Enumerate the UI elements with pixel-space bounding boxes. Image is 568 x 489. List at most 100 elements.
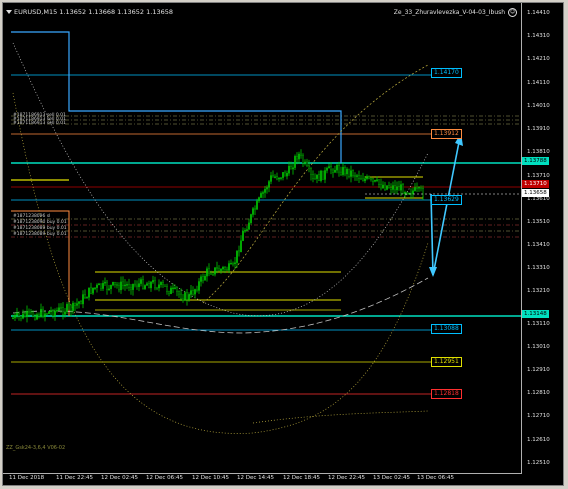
candle-body: [288, 165, 290, 174]
candle-body: [162, 282, 164, 285]
candle-body: [66, 304, 68, 313]
candle-body: [298, 153, 300, 160]
level-label-5[interactable]: 1.12951: [431, 357, 462, 367]
candle-body: [364, 178, 366, 182]
candle-body: [34, 316, 36, 320]
price-tick: 1.13110: [527, 321, 550, 327]
time-tick: 12 Dec 18:45: [283, 475, 320, 481]
candle-body: [412, 190, 414, 195]
candle-body: [336, 165, 338, 171]
candle-body: [270, 175, 272, 182]
candle-body: [96, 284, 98, 288]
price-axis[interactable]: 1.14410 1.14310 1.14210 1.14110 1.14010 …: [521, 3, 565, 473]
candle-body: [356, 175, 358, 177]
candle-body: [302, 155, 304, 164]
candle-body: [36, 314, 38, 320]
candle-body: [98, 283, 100, 286]
candle-body: [62, 307, 64, 315]
level-label-6[interactable]: 1.12818: [431, 389, 462, 399]
price-tick: 1.13010: [527, 344, 550, 350]
chart-window[interactable]: EURUSD,M15 1.13652 1.13668 1.13652 1.136…: [2, 2, 564, 486]
candle-body: [160, 282, 162, 285]
candle-body: [352, 170, 354, 176]
candle-body: [316, 174, 318, 179]
level-label-1[interactable]: 1.14170: [431, 68, 462, 78]
candle-body: [136, 284, 138, 288]
price-tick: 1.12910: [527, 367, 550, 373]
chart-plot-area[interactable]: EURUSD,M15 1.13652 1.13668 1.13652 1.136…: [3, 3, 522, 474]
candle-body: [296, 156, 298, 160]
candle-body: [110, 284, 112, 290]
level-label-4[interactable]: 1.13088: [431, 324, 462, 334]
time-tick: 11 Dec 2018: [9, 475, 45, 481]
candle-body: [330, 166, 332, 171]
price-box-upper-level: 1.13788: [522, 157, 549, 165]
level-label-3[interactable]: 1.13629: [431, 195, 462, 205]
candle-body: [20, 315, 22, 319]
candle-body: [174, 287, 176, 289]
candle-body: [350, 170, 352, 177]
candle-body: [120, 281, 122, 291]
smiley-icon: ☺: [508, 8, 517, 17]
candle-body: [90, 287, 92, 294]
candle-body: [18, 312, 20, 317]
price-tick: 1.13510: [527, 219, 550, 225]
candle-body: [140, 279, 142, 284]
forecast-down: [430, 193, 434, 276]
price-tick: 1.13810: [527, 149, 550, 155]
order-label-buy-a[interactable]: #1871238090 buy 0.01: [13, 220, 67, 225]
order-label-buy-c[interactable]: #1871238089 buy 0.01: [13, 232, 67, 237]
candle-body: [258, 197, 260, 202]
candle-body: [206, 268, 208, 277]
candle-body: [128, 284, 130, 289]
candle-body: [318, 174, 320, 181]
candle-body: [86, 297, 88, 299]
price-tick: 1.13910: [527, 126, 550, 132]
symbol-title-text: EURUSD,M15 1.13652 1.13668 1.13652 1.136…: [14, 8, 173, 16]
candle-body: [278, 177, 280, 180]
level-label-2[interactable]: 1.13912: [431, 129, 462, 139]
candle-body: [202, 276, 204, 281]
candle-body: [176, 287, 178, 292]
candle-body: [134, 283, 136, 286]
candle-body: [244, 230, 246, 232]
candle-body: [130, 287, 132, 290]
candle-body: [28, 310, 30, 313]
candle-body: [218, 268, 220, 272]
candle-body: [72, 302, 74, 311]
candle-body: [414, 187, 416, 191]
candle-body: [290, 165, 292, 170]
dropdown-triangle-icon[interactable]: [6, 10, 12, 14]
order-label-top-dup2[interactable]: #1871186913 sell 0.01: [13, 121, 66, 126]
candle-body: [138, 283, 140, 288]
candle-body: [322, 170, 324, 180]
candle-body: [178, 291, 180, 295]
candle-body: [332, 169, 334, 173]
candle-body: [56, 309, 58, 312]
candle-body: [394, 185, 396, 191]
price-tick: 1.12810: [527, 390, 550, 396]
candle-body: [14, 314, 16, 319]
time-axis[interactable]: 11 Dec 2018 11 Dec 22:45 12 Dec 02:45 12…: [3, 473, 521, 487]
price-tick: 1.13710: [527, 173, 550, 179]
candle-body: [38, 314, 40, 317]
candle-body: [156, 287, 158, 290]
candle-body: [172, 287, 174, 290]
candle-body: [308, 165, 310, 169]
candle-body: [164, 284, 166, 287]
candle-body: [88, 287, 90, 298]
candle-body: [416, 187, 418, 189]
candle-body: [204, 275, 206, 281]
candle-body: [166, 286, 168, 292]
candle-body: [262, 192, 264, 194]
order-label-sl[interactable]: #1871238096 sl: [13, 214, 50, 219]
candle-body: [266, 187, 268, 190]
candle-body: [158, 284, 160, 289]
candle-body: [170, 287, 172, 295]
candle-body: [118, 285, 120, 291]
candle-body: [74, 302, 76, 306]
time-tick: 12 Dec 02:45: [101, 475, 138, 481]
candle-body: [242, 230, 244, 241]
order-label-buy-b[interactable]: #1871238089 buy 0.01: [13, 226, 67, 231]
candle-body: [320, 170, 322, 181]
